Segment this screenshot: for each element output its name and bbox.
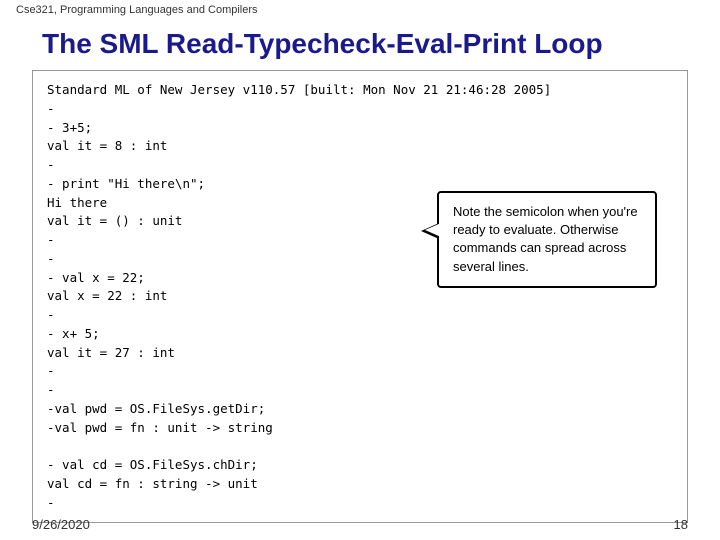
tooltip-arrow-inner: [425, 223, 441, 237]
course-label: Cse321, Programming Languages and Compil…: [16, 4, 258, 16]
tooltip-box: Note the semicolon when you're ready to …: [437, 191, 657, 288]
slide-title: The SML Read-Typecheck-Eval-Print Loop: [32, 28, 688, 60]
slide-container: The SML Read-Typecheck-Eval-Print Loop S…: [0, 20, 720, 531]
code-content: Standard ML of New Jersey v110.57 [built…: [47, 81, 673, 512]
top-bar: Cse321, Programming Languages and Compil…: [0, 0, 720, 20]
footer-date: 9/26/2020: [32, 517, 90, 532]
tooltip-text: Note the semicolon when you're ready to …: [453, 204, 638, 274]
bottom-bar: 9/26/2020 18: [0, 517, 720, 532]
code-box: Standard ML of New Jersey v110.57 [built…: [32, 70, 688, 523]
footer-page: 18: [674, 517, 688, 532]
